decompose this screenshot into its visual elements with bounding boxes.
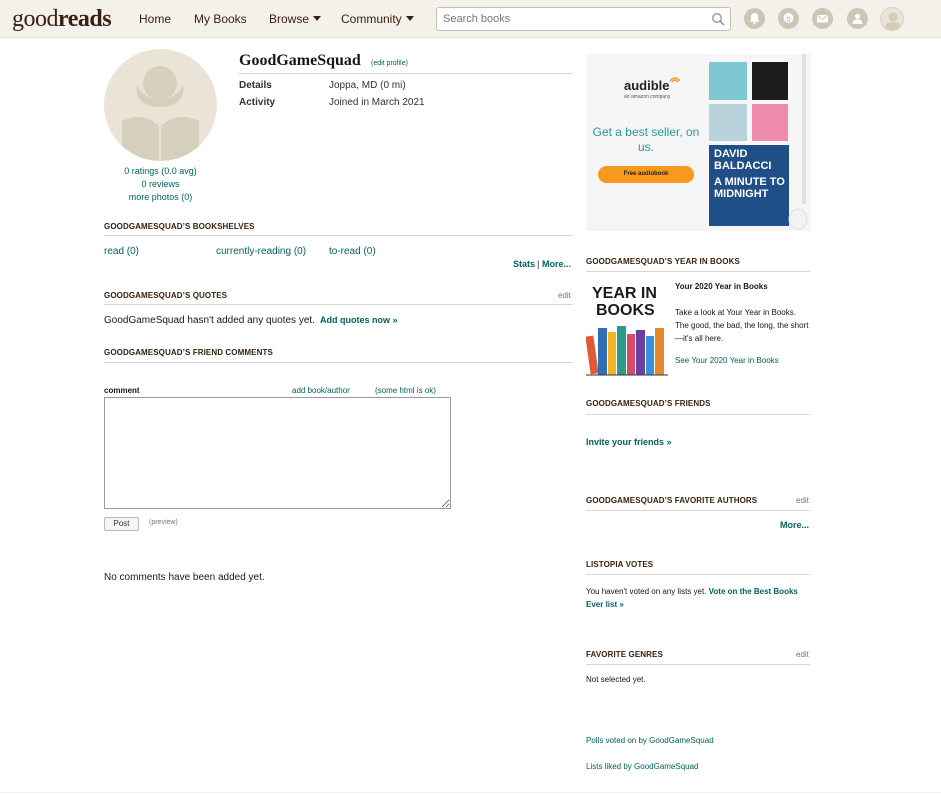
quotes-title: GOODGAMESQUAD’S QUOTES — [104, 291, 228, 300]
listopia-text: You haven't voted on any lists yet. Vote… — [586, 585, 811, 611]
earbuds-icon — [788, 54, 808, 230]
lists-liked-link[interactable]: Lists liked by GoodGameSquad — [586, 762, 699, 771]
audible-tagline: an amazon company — [624, 94, 671, 100]
nav-community-label: Community — [341, 12, 402, 26]
ad-panel: audible an amazon company Get a best sel… — [586, 54, 706, 231]
year-in-books-art-line1: YEAR IN — [592, 285, 657, 302]
html-help-link[interactable]: (some html is ok) — [375, 386, 436, 395]
post-button[interactable]: Post — [104, 517, 139, 531]
divider — [586, 271, 811, 272]
nav-my-books[interactable]: My Books — [194, 12, 247, 26]
svg-text:g: g — [786, 16, 790, 23]
shelves-more-link[interactable]: More... — [542, 259, 571, 269]
divider — [239, 73, 573, 74]
add-quotes-link[interactable]: Add quotes now » — [320, 315, 398, 325]
search-icon[interactable] — [711, 12, 725, 26]
comment-textarea[interactable] — [104, 397, 451, 509]
no-comments-text: No comments have been added yet. — [104, 572, 265, 583]
reviews-link[interactable]: 0 reviews — [104, 179, 217, 189]
favorite-authors-more-link[interactable]: More... — [780, 520, 809, 530]
featured-cover-title: A MINUTE TO MIDNIGHT — [714, 176, 785, 200]
activity-value: Joined in March 2021 — [329, 97, 425, 108]
nav-browse[interactable]: Browse — [269, 12, 322, 26]
listopia-empty-text: You haven't voted on any lists yet. — [586, 587, 707, 596]
ad-headline: Get a best seller, on us. — [592, 125, 700, 154]
profile-icon[interactable] — [880, 7, 904, 31]
ratings-link[interactable]: 0 ratings (0.0 avg) — [104, 166, 217, 176]
default-avatar-icon — [122, 66, 199, 161]
favorite-genres-title: FAVORITE GENRES — [586, 650, 663, 659]
year-in-books-heading: Your 2020 Year in Books — [675, 282, 768, 291]
quotes-empty-text: GoodGameSquad hasn't added any quotes ye… — [104, 315, 315, 326]
nav-home[interactable]: Home — [139, 12, 171, 26]
nav-community[interactable]: Community — [341, 12, 414, 26]
goodreads-logo[interactable]: goodreads — [12, 6, 112, 33]
separator: | — [537, 259, 540, 269]
discussions-icon[interactable]: g — [778, 8, 799, 29]
bookshelves-title: GOODGAMESQUAD’S BOOKSHELVES — [104, 222, 255, 231]
featured-cover-author: DAVID BALDACCI — [714, 148, 772, 172]
audible-logo: audible — [624, 78, 670, 93]
year-in-books-text: Take a look at Your Year in Books. The g… — [675, 308, 809, 343]
book-cover — [752, 62, 788, 100]
audible-ad[interactable]: audible an amazon company Get a best sel… — [586, 54, 811, 231]
chevron-down-icon — [405, 16, 414, 21]
shelf-read[interactable]: read (0) — [104, 246, 139, 257]
details-value: Joppa, MD (0 mi) — [329, 80, 406, 91]
notifications-icon[interactable] — [744, 8, 765, 29]
divider — [104, 362, 573, 363]
polls-link[interactable]: Polls voted on by GoodGameSquad — [586, 736, 714, 745]
book-cover — [709, 104, 747, 141]
year-in-books-art-line2: BOOKS — [596, 302, 655, 319]
divider — [104, 235, 573, 236]
shelf-currently-reading[interactable]: currently-reading (0) — [216, 246, 306, 257]
nav-browse-label: Browse — [269, 12, 310, 26]
stats-link[interactable]: Stats — [513, 259, 535, 269]
audible-waves-icon — [669, 77, 681, 83]
year-in-books-art[interactable]: YEAR IN BOOKS — [586, 282, 668, 377]
profile-photo[interactable] — [104, 49, 217, 161]
add-book-author-link[interactable]: add book/author — [292, 386, 350, 395]
year-in-books-title: GOODGAMESQUAD’S YEAR IN BOOKS — [586, 257, 740, 266]
search-box — [436, 7, 731, 31]
search-input[interactable] — [437, 8, 707, 30]
divider — [104, 304, 573, 305]
friends-title: GOODGAMESQUAD’S FRIENDS — [586, 399, 711, 408]
favorite-authors-edit-link[interactable]: edit — [796, 496, 809, 505]
quotes-edit-link[interactable]: edit — [558, 291, 571, 300]
listopia-title: LISTOPIA VOTES — [586, 560, 654, 569]
logo-reads: reads — [58, 6, 112, 32]
divider — [586, 510, 811, 511]
book-stack-icon — [586, 326, 668, 376]
invite-friends-link[interactable]: Invite your friends » — [586, 437, 672, 447]
divider — [586, 414, 811, 415]
photos-link[interactable]: more photos (0) — [104, 192, 217, 202]
book-cover — [752, 104, 788, 141]
footer-divider — [0, 792, 941, 793]
details-label: Details — [239, 80, 272, 91]
preview-link[interactable]: (preview) — [149, 519, 178, 526]
divider — [586, 664, 811, 665]
free-audiobook-button[interactable]: Free audiobook — [598, 166, 694, 183]
messages-icon[interactable] — [812, 8, 833, 29]
chevron-down-icon — [313, 16, 322, 21]
year-in-books-link[interactable]: See Your 2020 Year in Books — [675, 356, 779, 365]
profile-name: GoodGameSquad — [239, 52, 361, 69]
logo-good: good — [12, 6, 59, 32]
friend-comments-title: GOODGAMESQUAD’S FRIEND COMMENTS — [104, 348, 273, 357]
genres-empty-text: Not selected yet. — [586, 675, 646, 684]
favorite-authors-title: GOODGAMESQUAD’S FAVORITE AUTHORS — [586, 496, 758, 505]
top-nav-bar: goodreads Home My Books Browse Community… — [0, 0, 941, 38]
friends-icon[interactable] — [847, 8, 868, 29]
divider — [586, 574, 811, 575]
book-cover-featured: DAVID BALDACCI A MINUTE TO MIDNIGHT — [709, 145, 789, 226]
genres-edit-link[interactable]: edit — [796, 650, 809, 659]
activity-label: Activity — [239, 97, 276, 108]
shelf-to-read[interactable]: to-read (0) — [329, 246, 376, 257]
comment-label: comment — [104, 386, 140, 395]
edit-profile-link[interactable]: (edit profile) — [371, 60, 408, 67]
book-cover — [709, 62, 747, 100]
